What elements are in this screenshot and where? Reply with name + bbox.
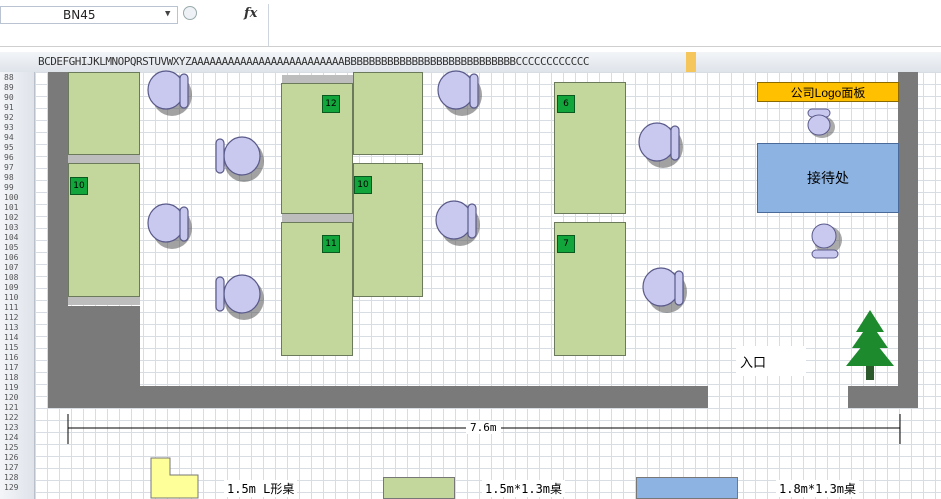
desk[interactable]: 11 [281, 222, 353, 356]
chair-icon[interactable] [142, 70, 198, 126]
row-number[interactable]: 96 [4, 154, 14, 162]
row-number[interactable]: 123 [4, 424, 18, 432]
desk-number: 10 [70, 177, 88, 195]
desk[interactable]: 10 [68, 163, 140, 297]
desk[interactable] [353, 72, 423, 155]
row-number[interactable]: 111 [4, 304, 18, 312]
width-dimension-label: 7.6m [466, 421, 501, 434]
row-number[interactable]: 101 [4, 204, 18, 212]
desk[interactable]: 7 [554, 222, 626, 356]
name-box-dropdown-icon[interactable]: ▼ [165, 9, 170, 19]
wall-divider [68, 297, 140, 305]
chair-icon[interactable] [210, 271, 266, 327]
function-icon[interactable]: fx [244, 6, 257, 21]
row-number[interactable]: 90 [4, 94, 14, 102]
entrance-label: 入口 [740, 355, 767, 370]
chair-icon[interactable] [804, 218, 848, 266]
name-box[interactable]: BN45 [0, 6, 178, 24]
desk-number: 6 [557, 95, 575, 113]
row-number[interactable]: 100 [4, 194, 18, 202]
row-number[interactable]: 118 [4, 374, 18, 382]
row-number[interactable]: 124 [4, 434, 18, 442]
desk[interactable]: 10 [353, 163, 423, 297]
row-number[interactable]: 128 [4, 474, 18, 482]
chair-icon[interactable] [142, 203, 198, 259]
desk[interactable]: 12 [281, 83, 353, 214]
name-box-value: BN45 [63, 8, 96, 22]
row-number[interactable]: 102 [4, 214, 18, 222]
chair-icon[interactable] [800, 105, 840, 145]
desk-number: 11 [322, 235, 340, 253]
row-header[interactable]: 88 89 90 91 92 93 94 95 96 97 98 99 100 101 102 103 104 1… [0, 72, 35, 499]
row-number[interactable]: 106 [4, 254, 18, 262]
row-number[interactable]: 105 [4, 244, 18, 252]
tree-icon [846, 310, 894, 380]
row-number[interactable]: 97 [4, 164, 14, 172]
row-number[interactable]: 129 [4, 484, 18, 492]
row-number[interactable]: 113 [4, 324, 18, 332]
row-number[interactable]: 109 [4, 284, 18, 292]
wall-right [898, 72, 918, 408]
reception-desk[interactable]: 接待处 [757, 143, 899, 213]
row-number[interactable]: 94 [4, 134, 14, 142]
chair-icon[interactable] [633, 120, 689, 176]
legend-label: 1.5m*1.3m桌 [482, 480, 566, 497]
row-number[interactable]: 88 [4, 74, 14, 82]
chair-icon[interactable] [210, 133, 266, 189]
row-number[interactable]: 127 [4, 464, 18, 472]
row-number[interactable]: 121 [4, 404, 18, 412]
row-number[interactable]: 125 [4, 444, 18, 452]
chair-icon[interactable] [430, 200, 486, 256]
selected-column-indicator [686, 52, 696, 72]
row-number[interactable]: 112 [4, 314, 18, 322]
column-header-letters: BCDEFGHIJKLMNOPQRSTUVWXYZAAAAAAAAAAAAAAA… [38, 55, 590, 68]
row-number[interactable]: 119 [4, 384, 18, 392]
wall-bottom [48, 386, 708, 408]
row-number[interactable]: 91 [4, 104, 14, 112]
desk[interactable]: 6 [554, 82, 626, 214]
formula-options-button[interactable] [183, 6, 197, 20]
row-number[interactable]: 120 [4, 394, 18, 402]
legend-label: 1.8m*1.3m桌 [776, 480, 860, 497]
row-number[interactable]: 108 [4, 274, 18, 282]
formula-input[interactable] [268, 4, 941, 46]
wall-divider [68, 155, 140, 163]
desk-number: 7 [557, 235, 575, 253]
row-number[interactable]: 92 [4, 114, 14, 122]
l-shaped-desk-legend-icon [150, 457, 199, 499]
row-number[interactable]: 107 [4, 264, 18, 272]
row-number[interactable]: 126 [4, 454, 18, 462]
row-number[interactable]: 117 [4, 364, 18, 372]
chair-icon[interactable] [432, 70, 488, 126]
row-number[interactable]: 104 [4, 234, 18, 242]
legend-label: 1.5m L形桌 [224, 480, 298, 497]
row-number[interactable]: 103 [4, 224, 18, 232]
row-number[interactable]: 122 [4, 414, 18, 422]
row-number[interactable]: 116 [4, 354, 18, 362]
formula-bar-area: BN45 ▼ fx [0, 0, 941, 47]
desk-number: 10 [354, 176, 372, 194]
company-logo-panel: 公司Logo面板 [757, 82, 899, 102]
reception-label: 接待处 [807, 170, 849, 186]
legend-swatch [383, 477, 455, 499]
row-number[interactable]: 95 [4, 144, 14, 152]
row-number[interactable]: 110 [4, 294, 18, 302]
row-number[interactable]: 89 [4, 84, 14, 92]
legend-swatch [636, 477, 738, 499]
desk-number: 12 [322, 95, 340, 113]
row-number[interactable]: 115 [4, 344, 18, 352]
desk[interactable] [68, 72, 140, 155]
row-number[interactable]: 93 [4, 124, 14, 132]
row-number[interactable]: 99 [4, 184, 14, 192]
row-number[interactable]: 114 [4, 334, 18, 342]
row-number[interactable]: 98 [4, 174, 14, 182]
chair-icon[interactable] [637, 265, 693, 321]
